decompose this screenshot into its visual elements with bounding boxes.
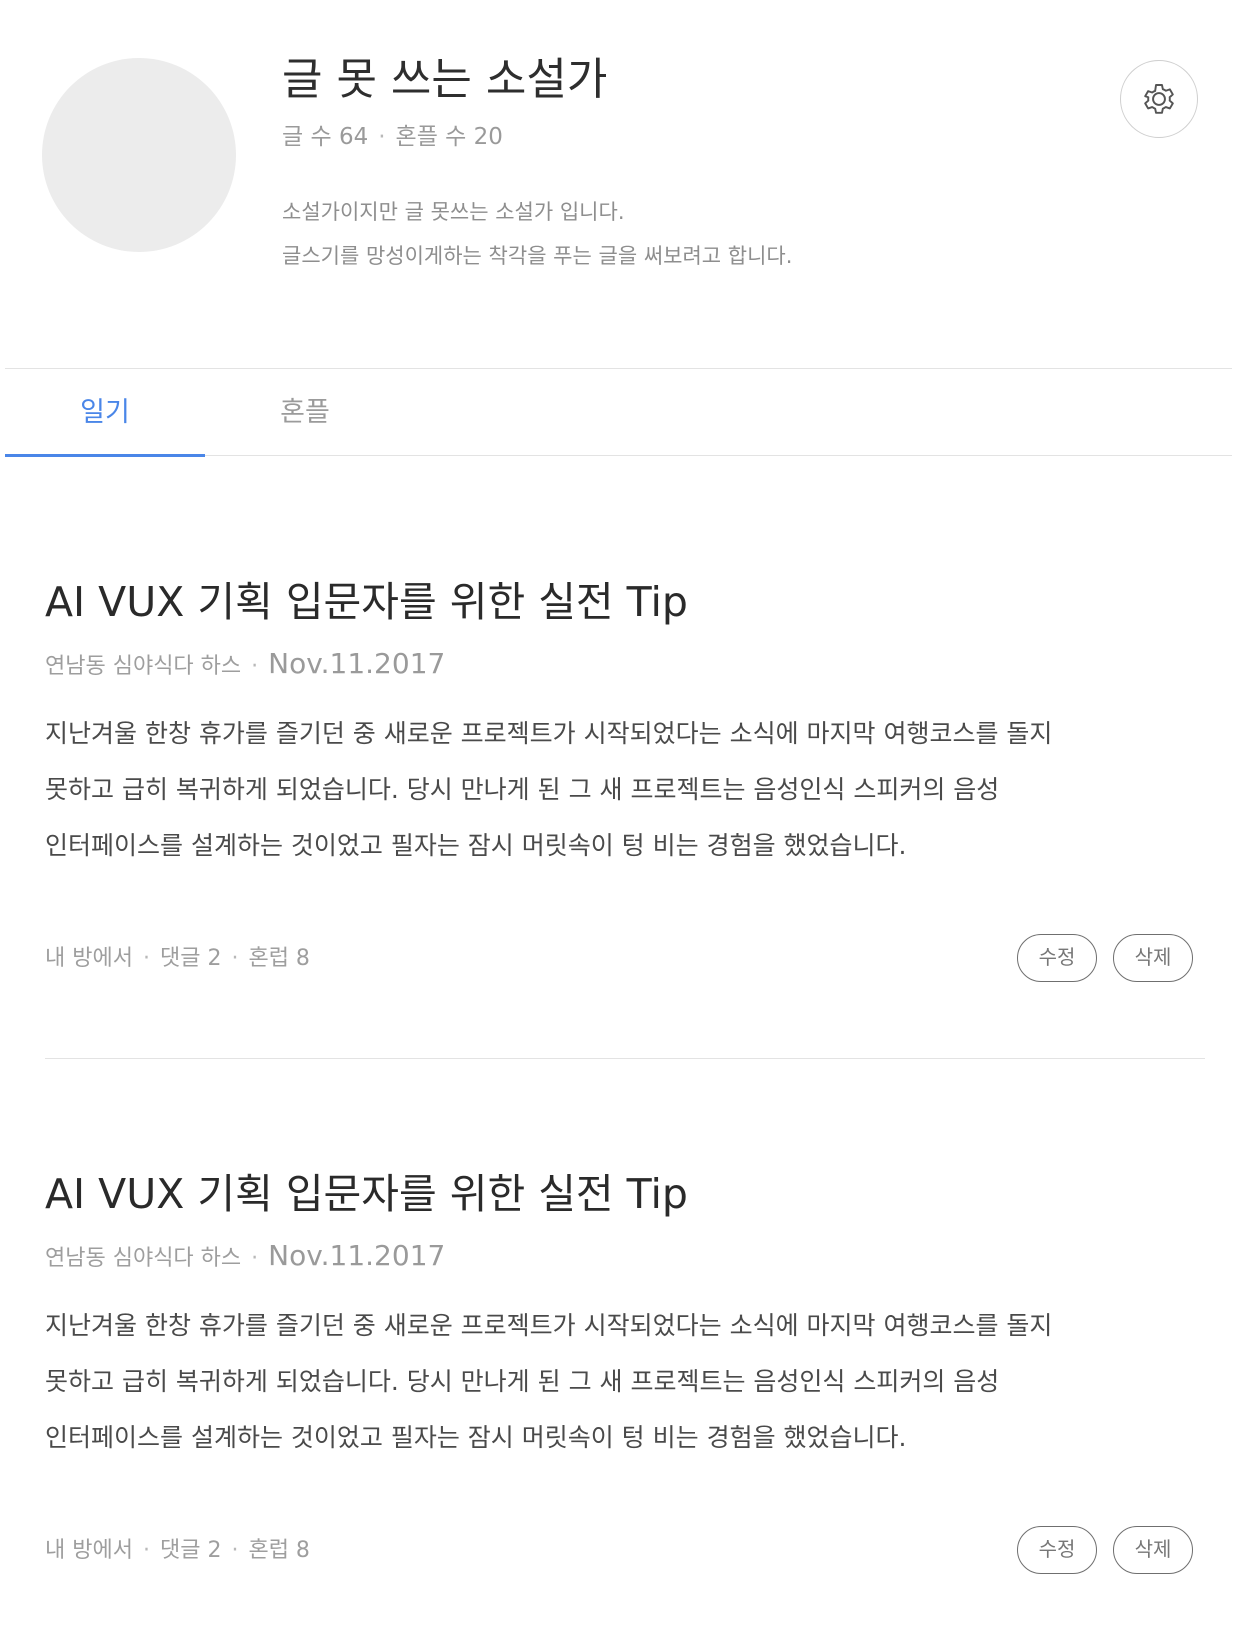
honreop-count: 혼럽 8	[248, 946, 310, 971]
tab-honpeul[interactable]: 혼플	[205, 369, 405, 456]
post-excerpt: 지난겨울 한창 휴가를 즐기던 중 새로운 프로젝트가 시작되었다는 소식에 마…	[45, 1298, 1205, 1466]
avatar[interactable]	[42, 58, 236, 252]
comment-count: 댓글 2	[159, 946, 222, 971]
honpeul-count: 혼플 수 20	[395, 124, 503, 150]
profile-stats: 글 수 64 · 혼플 수 20	[282, 122, 503, 152]
separator-dot: ·	[378, 124, 386, 150]
post-stats: 내 방에서 · 댓글 2 · 혼럽 8	[45, 1536, 310, 1566]
gear-icon	[1144, 84, 1174, 114]
comment-count: 댓글 2	[159, 1538, 222, 1563]
post-count: 글 수 64	[282, 124, 369, 150]
excerpt-line: 인터페이스를 설계하는 것이었고 필자는 잠시 머릿속이 텅 비는 경험을 했었…	[45, 1423, 907, 1452]
tab-bar: 일기 혼플	[5, 368, 1232, 457]
post-location: 내 방에서	[45, 1538, 133, 1563]
tab-diary[interactable]: 일기	[5, 369, 205, 457]
post-date: Nov.11.2017	[268, 647, 446, 680]
excerpt-line: 지난겨울 한창 휴가를 즐기던 중 새로운 프로젝트가 시작되었다는 소식에 마…	[45, 1311, 1053, 1340]
honreop-count: 혼럽 8	[248, 1538, 310, 1563]
separator-dot: ·	[231, 1538, 239, 1563]
separator-dot: ·	[251, 1246, 259, 1271]
profile-name: 글 못 쓰는 소설가	[282, 54, 608, 105]
separator-dot: ·	[142, 1538, 150, 1563]
post-location: 내 방에서	[45, 946, 133, 971]
bio-line: 소설가이지만 글 못쓰는 소설가 입니다.	[282, 200, 625, 224]
profile-bio: 소설가이지만 글 못쓰는 소설가 입니다. 글스기를 망성이게하는 착각을 푸는…	[282, 190, 792, 278]
post-stats: 내 방에서 · 댓글 2 · 혼럽 8	[45, 944, 310, 974]
settings-button[interactable]	[1120, 60, 1198, 138]
separator-dot: ·	[231, 946, 239, 971]
separator-dot: ·	[142, 946, 150, 971]
post-footer: 내 방에서 · 댓글 2 · 혼럽 8 수정 삭제	[45, 934, 1205, 982]
excerpt-line: 인터페이스를 설계하는 것이었고 필자는 잠시 머릿속이 텅 비는 경험을 했었…	[45, 831, 907, 860]
separator-dot: ·	[251, 654, 259, 679]
edit-button[interactable]: 수정	[1017, 1526, 1097, 1574]
delete-button[interactable]: 삭제	[1113, 934, 1193, 982]
delete-button[interactable]: 삭제	[1113, 1526, 1193, 1574]
excerpt-line: 못하고 급히 복귀하게 되었습니다. 당시 만나게 된 그 새 프로젝트는 음성…	[45, 775, 1000, 804]
post-excerpt: 지난겨울 한창 휴가를 즐기던 중 새로운 프로젝트가 시작되었다는 소식에 마…	[45, 706, 1205, 874]
post-title[interactable]: AI VUX 기획 입문자를 위한 실전 Tip	[45, 1166, 688, 1222]
bio-line: 글스기를 망성이게하는 착각을 푸는 글을 써보려고 합니다.	[282, 244, 793, 268]
post-author: 연남동 심야식다 하스	[45, 1246, 242, 1271]
post-author: 연남동 심야식다 하스	[45, 654, 242, 679]
edit-button[interactable]: 수정	[1017, 934, 1097, 982]
post-footer: 내 방에서 · 댓글 2 · 혼럽 8 수정 삭제	[45, 1526, 1205, 1574]
excerpt-line: 못하고 급히 복귀하게 되었습니다. 당시 만나게 된 그 새 프로젝트는 음성…	[45, 1367, 1000, 1396]
post-meta: 연남동 심야식다 하스 · Nov.11.2017	[45, 648, 445, 683]
post-meta: 연남동 심야식다 하스 · Nov.11.2017	[45, 1240, 445, 1275]
profile-header: 글 못 쓰는 소설가 글 수 64 · 혼플 수 20 소설가이지만 글 못쓰는 소…	[0, 0, 1237, 370]
post-divider	[45, 1058, 1205, 1059]
excerpt-line: 지난겨울 한창 휴가를 즐기던 중 새로운 프로젝트가 시작되었다는 소식에 마…	[45, 719, 1053, 748]
post-date: Nov.11.2017	[268, 1239, 446, 1272]
post-title[interactable]: AI VUX 기획 입문자를 위한 실전 Tip	[45, 574, 688, 630]
